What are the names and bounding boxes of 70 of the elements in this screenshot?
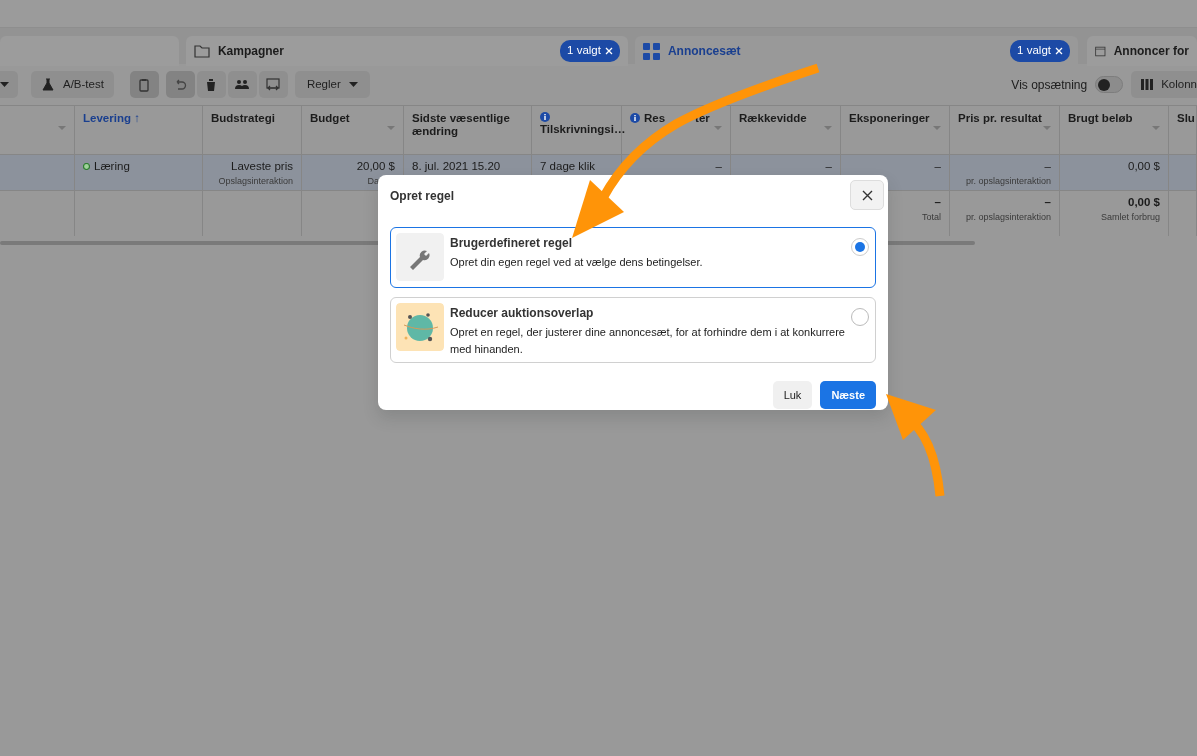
- caret-icon: [348, 82, 358, 87]
- status-text: Læring: [94, 159, 130, 174]
- option-title: Brugerdefineret regel: [450, 235, 574, 252]
- tab[interactable]: Kampagner 1 valgt: [185, 36, 628, 66]
- swap-icon: [266, 77, 281, 92]
- toggle-switch[interactable]: [1095, 76, 1124, 93]
- column-header[interactable]: Brugt beløb: [1068, 112, 1133, 126]
- close-icon: [1055, 47, 1063, 55]
- tab[interactable]: Annoncesæt 1 valgt: [634, 36, 1078, 66]
- column-header[interactable]: Pris pr. resultat: [958, 112, 1042, 126]
- table-cell-text: –: [715, 159, 722, 174]
- selection-badge[interactable]: 1 valgt: [1010, 40, 1070, 62]
- table-cell-text: 7 dage klik: [540, 159, 595, 174]
- column-header[interactable]: Budget: [310, 112, 350, 126]
- folder-icon: [193, 44, 210, 58]
- cell-subtext: pr. opslagsinteraktion: [965, 175, 1051, 189]
- table-cell-text: –: [934, 159, 941, 174]
- selection-badge[interactable]: 1 valgt: [560, 40, 620, 62]
- flask-icon: [41, 77, 55, 92]
- ab-test-button[interactable]: A/B-test: [31, 71, 114, 98]
- column-header[interactable]: Levering ↑: [83, 112, 140, 126]
- cell-subtext: Samlet forbrug: [1100, 211, 1160, 225]
- close-dialog-button[interactable]: Luk: [772, 381, 813, 409]
- option-description: Opret din egen regel ved at vælge dens betingelser.: [450, 255, 703, 270]
- close-icon: [861, 189, 873, 201]
- tab[interactable]: Annoncer for: [1087, 36, 1197, 66]
- cell-subtext: pr. opslagsinteraktion: [965, 211, 1051, 225]
- setup-label: Vis opsætning: [1011, 76, 1088, 94]
- toolbar-button[interactable]: [196, 71, 226, 98]
- dialog-title: Opret regel: [390, 188, 455, 205]
- table-cell-text: –: [825, 159, 832, 174]
- option-description: Opret en regel, der justerer dine annoncesæt, for at forhindre dem i at konkurrere med hinanden.: [450, 325, 845, 357]
- table-cell-text: 20,00 $: [356, 159, 395, 174]
- table-cell-text: –: [934, 195, 941, 210]
- table-cell-text: Laveste pris: [231, 159, 293, 174]
- close-icon: [604, 47, 613, 55]
- toolbar-button[interactable]: [165, 71, 195, 98]
- column-header[interactable]: Slu: [1177, 112, 1195, 126]
- table-cell-text: 8. jul. 2021 15.20: [412, 159, 501, 174]
- column-header[interactable]: Budstrategi: [211, 112, 275, 126]
- globe-icon: [396, 303, 444, 351]
- columns-button[interactable]: Kolonn: [1131, 71, 1197, 98]
- table-cell-text: 0,00 $: [1128, 195, 1160, 210]
- caret-icon: [0, 82, 9, 87]
- column-header[interactable]: Eksponeringer: [849, 112, 930, 126]
- column-header[interactable]: Tilskrivningsi…: [540, 123, 626, 137]
- people-icon: [235, 77, 250, 92]
- toolbar-button[interactable]: [129, 71, 159, 98]
- option-title: Reducer auktionsoverlap: [450, 305, 595, 322]
- cell-subtext: Da: [367, 175, 379, 189]
- table-cell-text: –: [1044, 195, 1051, 210]
- rule-option[interactable]: Reducer auktionsoverlap Opret en regel, der justerer dine annoncesæt, for at forhindre dem i at konkurrere med hinanden.: [390, 297, 876, 363]
- rules-dropdown[interactable]: Regler: [294, 71, 370, 98]
- column-header[interactable]: Res: [644, 112, 666, 126]
- close-button[interactable]: [850, 180, 884, 210]
- dropdown-button[interactable]: [0, 71, 18, 98]
- toolbar-button[interactable]: [227, 71, 257, 98]
- next-button[interactable]: Næste: [820, 381, 876, 409]
- table-cell-text: 0,00 $: [1128, 159, 1160, 174]
- columns-icon: [1141, 79, 1154, 90]
- column-header[interactable]: Rækkevidde: [739, 112, 807, 126]
- clipboard-icon: [137, 77, 152, 92]
- column-header[interactable]: Sidste væsentlige ændring: [412, 112, 523, 139]
- rule-option[interactable]: Brugerdefineret regel Opret din egen regel ved at vælge dens betingelser.: [390, 227, 876, 288]
- toolbar-button[interactable]: [258, 71, 288, 98]
- grid-icon: [642, 42, 660, 60]
- wrench-icon: [396, 233, 444, 281]
- cell-subtext: Opslagsinteraktion: [218, 175, 293, 189]
- cell-subtext: Total: [922, 211, 941, 225]
- table-cell-text: –: [1044, 159, 1051, 174]
